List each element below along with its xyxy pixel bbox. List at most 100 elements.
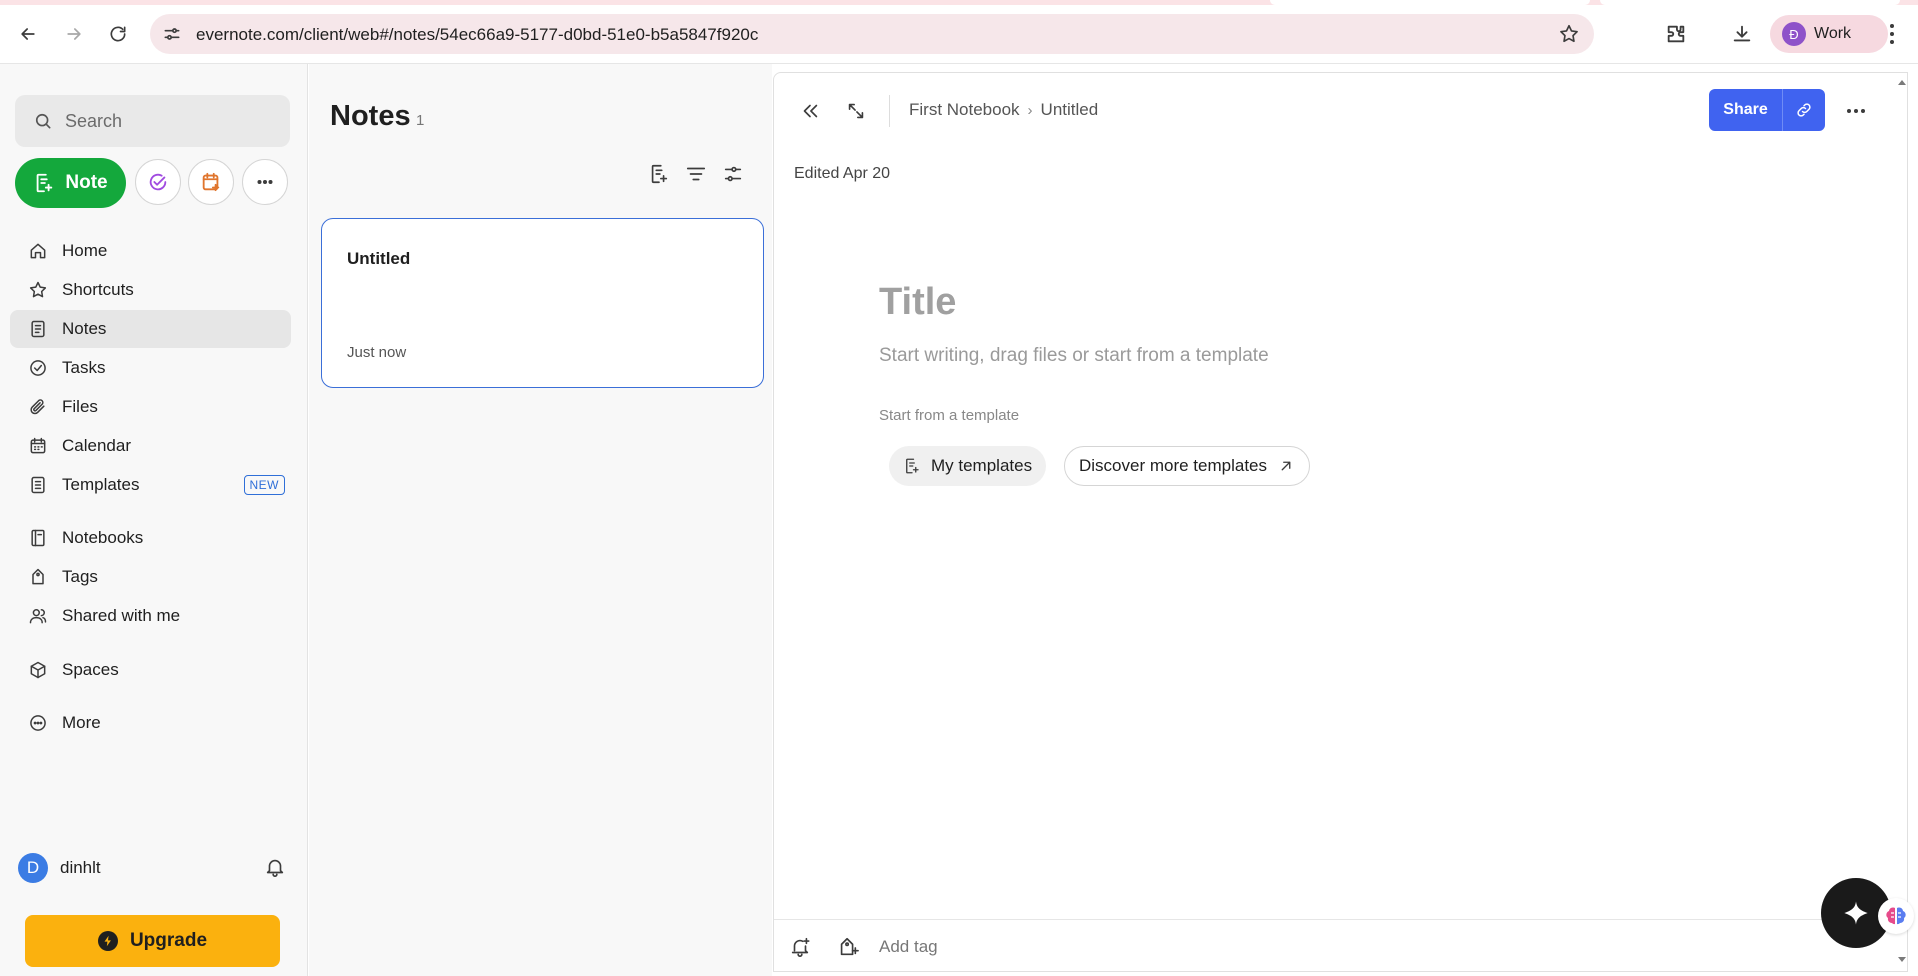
new-task-button[interactable] — [135, 159, 181, 205]
my-templates-button[interactable]: My templates — [889, 446, 1047, 486]
bookmark-star-icon[interactable] — [1558, 23, 1580, 45]
notes-icon — [31, 320, 45, 338]
puzzle-icon — [1667, 25, 1685, 43]
note-list-icon — [651, 164, 668, 184]
browser-tab[interactable] — [1600, 0, 1900, 5]
sidebar-item-label: Tags — [62, 567, 98, 586]
note-card-selected[interactable]: Untitled Just now — [321, 218, 764, 388]
sidebar-item-shared-with-me[interactable]: Shared with me — [10, 597, 291, 635]
note-card-title: Untitled — [347, 249, 411, 268]
upgrade-button[interactable]: Upgrade — [25, 915, 280, 967]
profile-avatar: Đ — [1782, 22, 1806, 46]
note-editor: First Notebook › Untitled Share Edited A… — [773, 72, 1909, 973]
bolt-icon — [97, 931, 118, 951]
discover-templates-button[interactable]: Discover more templates — [1064, 446, 1311, 486]
address-bar[interactable]: evernote.com/client/web#/notes/54ec66a9-… — [150, 14, 1594, 54]
tab-strip — [0, 0, 1918, 5]
account-menu[interactable]: D dinhlt — [18, 852, 288, 884]
dot-icon — [1861, 109, 1865, 113]
home-icon — [30, 243, 46, 259]
note-footer: Add tag — [774, 919, 1909, 973]
search-input[interactable]: Search — [15, 95, 290, 147]
sidebar-item-tasks[interactable]: Tasks — [10, 349, 291, 387]
dot-icon — [1890, 40, 1894, 44]
sort-button[interactable] — [682, 160, 710, 188]
notes-list-panel: Notes 1 Untitled Just now — [309, 64, 772, 976]
add-tag-input[interactable]: Add tag — [879, 937, 938, 957]
extensions-button[interactable] — [1662, 20, 1690, 48]
sidebar-item-label: Shared with me — [62, 606, 181, 625]
filter-lines-icon — [686, 167, 706, 181]
collapse-sidebar-button[interactable] — [794, 95, 826, 127]
new-note-icon — [37, 173, 53, 193]
scroll-down-arrow-icon[interactable] — [1896, 954, 1908, 966]
dot-icon — [1847, 109, 1851, 113]
sidebar-item-home[interactable]: Home — [10, 232, 291, 270]
brain-extension-icon[interactable] — [1878, 898, 1914, 934]
url-text: evernote.com/client/web#/notes/54ec66a9-… — [196, 25, 759, 44]
tag-plus-icon — [840, 937, 859, 956]
note-view-options-button[interactable] — [645, 160, 673, 188]
cube-icon — [30, 661, 46, 679]
profile-label: Work — [1814, 25, 1852, 42]
breadcrumb-note: Untitled — [1040, 100, 1099, 119]
sidebar-item-notes[interactable]: Notes — [10, 310, 291, 348]
search-icon — [35, 113, 51, 129]
notebook-icon — [31, 529, 45, 547]
sparkle-icon — [1844, 901, 1868, 925]
browser-menu-button[interactable] — [1880, 20, 1904, 48]
share-button[interactable]: Share — [1709, 89, 1783, 131]
reload-button[interactable] — [102, 18, 134, 50]
sidebar-item-files[interactable]: Files — [10, 388, 291, 426]
chevron-right-icon: › — [1027, 101, 1033, 119]
expand-icon — [848, 103, 864, 119]
new-note-button[interactable]: Note — [15, 158, 126, 208]
breadcrumb: First Notebook › Untitled — [909, 100, 1098, 120]
link-icon — [1797, 103, 1811, 117]
template-doc-icon — [906, 458, 919, 474]
discover-templates-label: Discover more templates — [1079, 456, 1268, 475]
share-group: Share — [1709, 89, 1825, 131]
notifications-button[interactable] — [264, 856, 288, 880]
more-circle-icon — [30, 715, 46, 731]
sidebar-item-more[interactable]: More — [10, 704, 291, 742]
note-more-button[interactable] — [1842, 101, 1870, 121]
toolbar-divider — [889, 95, 890, 127]
sidebar-item-label: Notes — [62, 319, 107, 338]
sidebar-item-notebooks[interactable]: Notebooks — [10, 519, 291, 557]
reminder-button[interactable] — [786, 933, 814, 961]
notes-count: 1 — [416, 112, 425, 129]
upgrade-label: Upgrade — [129, 930, 208, 951]
users-icon — [29, 609, 47, 624]
note-title-input[interactable]: Title — [879, 281, 956, 324]
sidebar-item-tags[interactable]: Tags — [10, 558, 291, 596]
back-button[interactable] — [12, 18, 44, 50]
sidebar-item-spaces[interactable]: Spaces — [10, 651, 291, 689]
sidebar-item-templates[interactable]: Templates NEW — [10, 466, 291, 504]
sidebar-item-shortcuts[interactable]: Shortcuts — [10, 271, 291, 309]
scroll-up-arrow-icon[interactable] — [1896, 76, 1908, 88]
download-icon — [1733, 25, 1751, 42]
add-tag-button[interactable] — [834, 933, 862, 961]
expand-note-button[interactable] — [840, 95, 872, 127]
sliders-icon — [724, 166, 742, 182]
copy-link-button[interactable] — [1783, 89, 1825, 131]
tag-icon — [32, 568, 44, 585]
note-body-input[interactable]: Start writing, drag files or start from … — [879, 345, 1269, 367]
filter-button[interactable] — [719, 160, 747, 188]
downloads-button[interactable] — [1728, 20, 1756, 48]
sidebar-item-label: Home — [62, 241, 108, 260]
tasks-icon — [30, 360, 46, 376]
more-actions-button[interactable] — [242, 159, 288, 205]
profile-button[interactable]: Đ Work — [1770, 15, 1888, 53]
arrow-right-icon — [67, 28, 81, 40]
browser-tab[interactable] — [1270, 0, 1590, 5]
dot-icon — [1890, 24, 1894, 28]
sidebar-item-calendar[interactable]: Calendar — [10, 427, 291, 465]
site-settings-icon[interactable] — [162, 24, 182, 44]
breadcrumb-notebook[interactable]: First Notebook — [909, 100, 1020, 120]
forward-button[interactable] — [58, 18, 90, 50]
bell-plus-icon — [791, 937, 810, 957]
edited-date: Edited Apr 20 — [794, 165, 891, 182]
new-event-button[interactable] — [188, 159, 234, 205]
